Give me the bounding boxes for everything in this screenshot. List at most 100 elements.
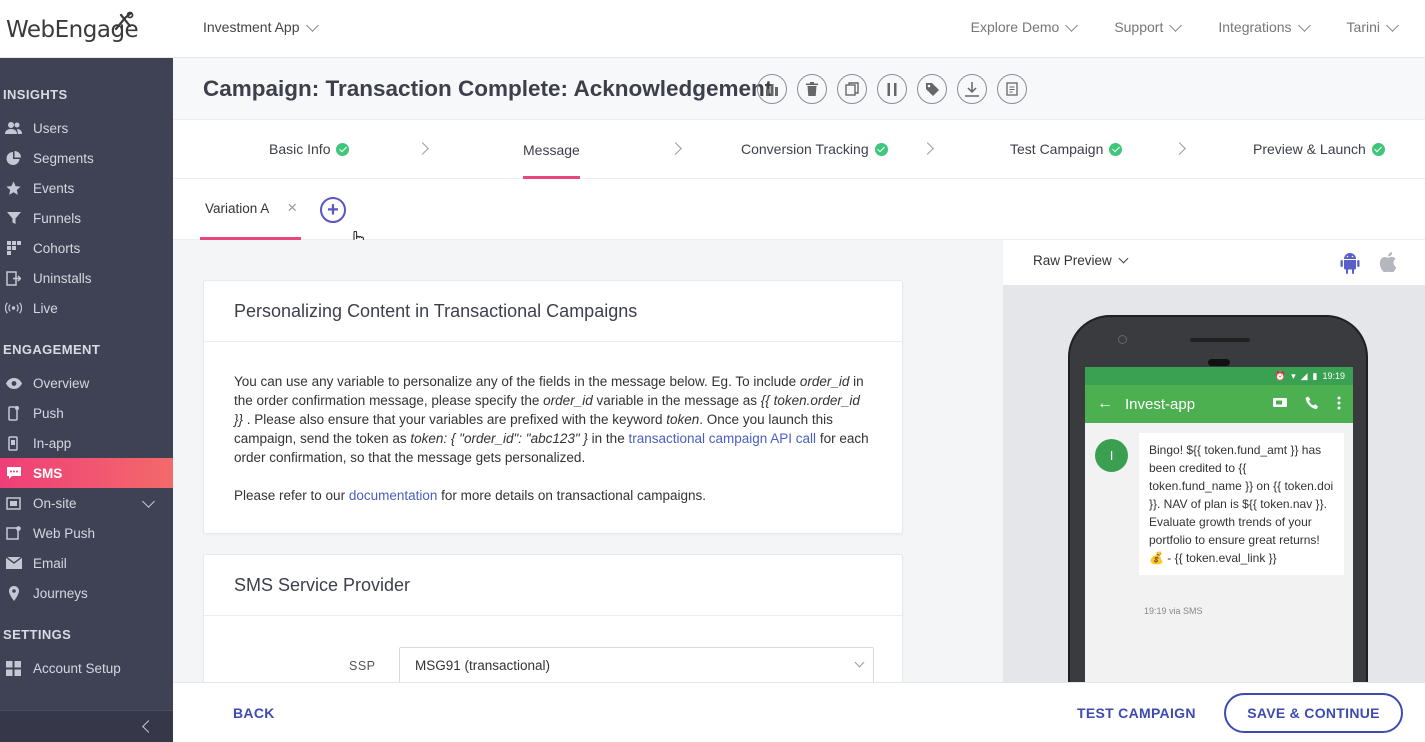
- apple-icon[interactable]: [1379, 252, 1397, 272]
- signal-icon: ◢: [1300, 370, 1308, 381]
- sender-avatar: I: [1095, 439, 1128, 472]
- webengage-logo[interactable]: WebEngage: [6, 10, 139, 43]
- add-variation-button[interactable]: +: [320, 197, 346, 223]
- sidebar: INSIGHTS Users Segments Events Funnels C…: [0, 58, 173, 742]
- sidebar-item-journeys[interactable]: Journeys: [0, 578, 173, 608]
- sidebar-item-label: Journeys: [33, 585, 88, 601]
- sidebar-item-events[interactable]: Events: [0, 173, 173, 203]
- main-area: Campaign: Transaction Complete: Acknowle…: [173, 58, 1425, 742]
- sidebar-item-label: Live: [33, 300, 58, 316]
- report-icon: [1006, 82, 1018, 96]
- step-test-campaign[interactable]: Test Campaign: [1010, 120, 1123, 178]
- text: token: [666, 412, 700, 427]
- phone-screen: ⏰ ▾ ◢ ▮ 19:19 ← Invest-app I Bingo! ${{…: [1085, 367, 1353, 682]
- check-icon: [336, 142, 350, 156]
- step-conversion-tracking[interactable]: Conversion Tracking: [741, 120, 888, 178]
- sidebar-item-label: Funnels: [33, 210, 82, 226]
- chevron-down-icon: [1297, 18, 1311, 32]
- text: variable in the message as: [592, 393, 761, 408]
- step-label: Message: [523, 141, 580, 158]
- status-time: 19:19: [1322, 371, 1345, 381]
- check-icon: [1371, 142, 1385, 156]
- test-campaign-button[interactable]: TEST CAMPAIGN: [1077, 705, 1196, 721]
- stats-button[interactable]: [757, 74, 787, 104]
- sidebar-item-segments[interactable]: Segments: [0, 143, 173, 173]
- text: . Please also ensure that your variables…: [243, 412, 667, 427]
- phone-camera: [1118, 335, 1127, 344]
- sidebar-item-on-site[interactable]: On-site: [0, 488, 173, 518]
- text: order_id: [799, 374, 850, 389]
- copy-button[interactable]: [837, 74, 867, 104]
- user-menu[interactable]: Tarini: [1347, 18, 1399, 35]
- sidebar-item-uninstalls[interactable]: Uninstalls: [0, 263, 173, 293]
- sidebar-item-overview[interactable]: Overview: [0, 368, 173, 398]
- report-button[interactable]: [997, 74, 1027, 104]
- tag-button[interactable]: [917, 74, 947, 104]
- logo-mark-icon: [114, 11, 134, 31]
- chevron-down-icon: [1118, 253, 1129, 264]
- pause-icon: [887, 82, 897, 96]
- grid-icon: [5, 240, 22, 257]
- sms-app-bar: ← Invest-app: [1085, 385, 1353, 423]
- sidebar-item-web-push[interactable]: Web Push: [0, 518, 173, 548]
- app-switcher[interactable]: Investment App: [203, 18, 319, 35]
- download-button[interactable]: [957, 74, 987, 104]
- chevron-down-icon: [1169, 18, 1183, 32]
- tag-icon: [925, 82, 939, 96]
- close-icon[interactable]: ×: [287, 198, 297, 218]
- video-call-icon: [1273, 398, 1287, 407]
- preview-mode-dropdown[interactable]: Raw Preview: [1033, 253, 1129, 268]
- sidebar-item-email[interactable]: Email: [0, 548, 173, 578]
- explore-demo-menu[interactable]: Explore Demo: [971, 18, 1079, 35]
- sidebar-item-label: On-site: [33, 495, 77, 511]
- ssp-card-title: SMS Service Provider: [204, 555, 902, 616]
- sidebar-item-cohorts[interactable]: Cohorts: [0, 233, 173, 263]
- ssp-select[interactable]: MSG91 (transactional): [399, 647, 874, 682]
- sidebar-item-push[interactable]: Push: [0, 398, 173, 428]
- window-icon: [5, 495, 22, 512]
- funnel-icon: [5, 210, 22, 227]
- back-arrow-icon: ←: [1097, 395, 1113, 412]
- text: token: { "order_id": "abc123" }: [410, 431, 588, 446]
- api-call-link[interactable]: transactional campaign API call: [628, 431, 816, 446]
- uninstall-icon: [5, 270, 22, 287]
- alarm-icon: ⏰: [1274, 370, 1287, 381]
- android-icon[interactable]: [1340, 252, 1360, 274]
- personalize-paragraph: You can use any variable to personalize …: [234, 372, 872, 467]
- sidebar-item-live[interactable]: Live: [0, 293, 173, 323]
- ssp-row: SSP MSG91 (transactional): [204, 647, 904, 682]
- sidebar-item-account-setup[interactable]: Account Setup: [0, 653, 173, 683]
- text: You can use any variable to personalize …: [234, 374, 800, 389]
- documentation-link[interactable]: documentation: [349, 488, 438, 503]
- delete-button[interactable]: [797, 74, 827, 104]
- check-icon: [1109, 142, 1123, 156]
- sidebar-item-label: Users: [33, 120, 69, 136]
- sidebar-collapse-button[interactable]: [0, 710, 173, 742]
- section-engagement: ENGAGEMENT: [3, 342, 101, 357]
- android-phone-mockup: ⏰ ▾ ◢ ▮ 19:19 ← Invest-app I Bingo! ${{…: [1068, 315, 1368, 682]
- back-button[interactable]: BACK: [233, 705, 275, 721]
- sidebar-item-in-app[interactable]: In-app: [0, 428, 173, 458]
- support-menu[interactable]: Support: [1114, 18, 1183, 35]
- step-label: Conversion Tracking: [741, 141, 869, 157]
- step-basic-info[interactable]: Basic Info: [269, 120, 350, 178]
- step-message[interactable]: Message: [523, 120, 580, 179]
- mobile-icon: [5, 435, 22, 452]
- mail-icon: [5, 555, 22, 572]
- text: Please refer to our: [234, 488, 349, 503]
- sidebar-item-sms[interactable]: SMS: [0, 458, 173, 488]
- preview-pane: Raw Preview ⏰ ▾ ◢ ▮ 19:19 ← Invest-app I…: [1003, 240, 1425, 682]
- eye-icon: [5, 375, 22, 392]
- sidebar-item-funnels[interactable]: Funnels: [0, 203, 173, 233]
- chevron-down-icon[interactable]: [142, 494, 155, 508]
- sms-icon: [5, 465, 22, 482]
- grid-icon: [5, 660, 22, 677]
- save-continue-button[interactable]: SAVE & CONTINUE: [1224, 693, 1403, 733]
- tab-variation-a[interactable]: Variation A ×: [200, 179, 301, 240]
- top-bar: WebEngage Investment App Explore Demo Su…: [0, 0, 1425, 58]
- pause-button[interactable]: [877, 74, 907, 104]
- sidebar-item-users[interactable]: Users: [0, 113, 173, 143]
- integrations-menu[interactable]: Integrations: [1218, 18, 1311, 35]
- step-preview-launch[interactable]: Preview & Launch: [1253, 120, 1385, 178]
- star-icon: [5, 180, 22, 197]
